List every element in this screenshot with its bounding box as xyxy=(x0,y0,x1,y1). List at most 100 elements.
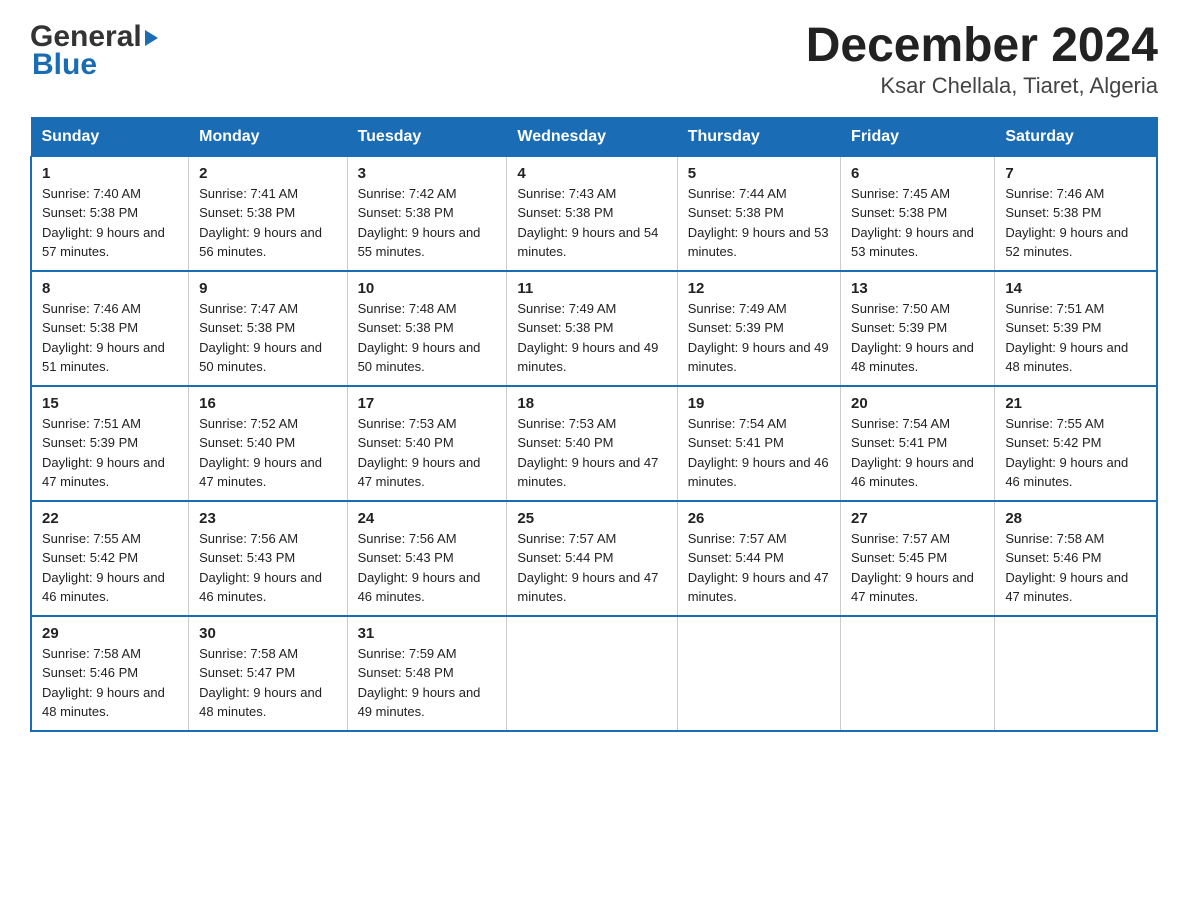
calendar-cell: 16 Sunrise: 7:52 AMSunset: 5:40 PMDaylig… xyxy=(189,386,347,501)
column-header-tuesday: Tuesday xyxy=(347,117,507,156)
day-number: 10 xyxy=(358,280,497,297)
calendar-cell: 12 Sunrise: 7:49 AMSunset: 5:39 PMDaylig… xyxy=(677,271,840,386)
day-number: 23 xyxy=(199,510,336,527)
page-title: December 2024 xyxy=(806,20,1158,73)
day-info: Sunrise: 7:41 AMSunset: 5:38 PMDaylight:… xyxy=(199,184,336,262)
calendar-cell: 29 Sunrise: 7:58 AMSunset: 5:46 PMDaylig… xyxy=(31,616,189,731)
calendar-cell xyxy=(507,616,677,731)
day-info: Sunrise: 7:55 AMSunset: 5:42 PMDaylight:… xyxy=(42,529,178,607)
day-info: Sunrise: 7:56 AMSunset: 5:43 PMDaylight:… xyxy=(199,529,336,607)
day-number: 20 xyxy=(851,395,984,412)
column-header-thursday: Thursday xyxy=(677,117,840,156)
day-info: Sunrise: 7:48 AMSunset: 5:38 PMDaylight:… xyxy=(358,299,497,377)
day-number: 12 xyxy=(688,280,830,297)
calendar-cell: 1 Sunrise: 7:40 AMSunset: 5:38 PMDayligh… xyxy=(31,156,189,271)
day-info: Sunrise: 7:57 AMSunset: 5:45 PMDaylight:… xyxy=(851,529,984,607)
calendar-cell xyxy=(677,616,840,731)
calendar-cell xyxy=(995,616,1157,731)
day-info: Sunrise: 7:54 AMSunset: 5:41 PMDaylight:… xyxy=(688,414,830,492)
logo: General Blue xyxy=(30,20,158,82)
day-info: Sunrise: 7:58 AMSunset: 5:46 PMDaylight:… xyxy=(1005,529,1146,607)
logo-blue-text: Blue xyxy=(30,48,158,82)
calendar-cell: 28 Sunrise: 7:58 AMSunset: 5:46 PMDaylig… xyxy=(995,501,1157,616)
day-info: Sunrise: 7:44 AMSunset: 5:38 PMDaylight:… xyxy=(688,184,830,262)
day-info: Sunrise: 7:57 AMSunset: 5:44 PMDaylight:… xyxy=(688,529,830,607)
day-info: Sunrise: 7:50 AMSunset: 5:39 PMDaylight:… xyxy=(851,299,984,377)
calendar-cell: 9 Sunrise: 7:47 AMSunset: 5:38 PMDayligh… xyxy=(189,271,347,386)
calendar-week-2: 8 Sunrise: 7:46 AMSunset: 5:38 PMDayligh… xyxy=(31,271,1157,386)
column-header-monday: Monday xyxy=(189,117,347,156)
day-number: 2 xyxy=(199,165,336,182)
column-header-saturday: Saturday xyxy=(995,117,1157,156)
day-info: Sunrise: 7:54 AMSunset: 5:41 PMDaylight:… xyxy=(851,414,984,492)
day-number: 29 xyxy=(42,625,178,642)
calendar-cell: 19 Sunrise: 7:54 AMSunset: 5:41 PMDaylig… xyxy=(677,386,840,501)
day-info: Sunrise: 7:46 AMSunset: 5:38 PMDaylight:… xyxy=(42,299,178,377)
calendar-header-row: SundayMondayTuesdayWednesdayThursdayFrid… xyxy=(31,117,1157,156)
day-info: Sunrise: 7:42 AMSunset: 5:38 PMDaylight:… xyxy=(358,184,497,262)
day-info: Sunrise: 7:43 AMSunset: 5:38 PMDaylight:… xyxy=(517,184,666,262)
calendar-cell: 23 Sunrise: 7:56 AMSunset: 5:43 PMDaylig… xyxy=(189,501,347,616)
day-info: Sunrise: 7:49 AMSunset: 5:39 PMDaylight:… xyxy=(688,299,830,377)
calendar-cell: 3 Sunrise: 7:42 AMSunset: 5:38 PMDayligh… xyxy=(347,156,507,271)
calendar-cell: 10 Sunrise: 7:48 AMSunset: 5:38 PMDaylig… xyxy=(347,271,507,386)
calendar-cell: 20 Sunrise: 7:54 AMSunset: 5:41 PMDaylig… xyxy=(841,386,995,501)
day-number: 19 xyxy=(688,395,830,412)
calendar-week-3: 15 Sunrise: 7:51 AMSunset: 5:39 PMDaylig… xyxy=(31,386,1157,501)
calendar-cell: 30 Sunrise: 7:58 AMSunset: 5:47 PMDaylig… xyxy=(189,616,347,731)
day-number: 25 xyxy=(517,510,666,527)
day-info: Sunrise: 7:49 AMSunset: 5:38 PMDaylight:… xyxy=(517,299,666,377)
day-number: 8 xyxy=(42,280,178,297)
day-number: 30 xyxy=(199,625,336,642)
calendar-cell: 14 Sunrise: 7:51 AMSunset: 5:39 PMDaylig… xyxy=(995,271,1157,386)
day-number: 5 xyxy=(688,165,830,182)
column-header-wednesday: Wednesday xyxy=(507,117,677,156)
day-info: Sunrise: 7:46 AMSunset: 5:38 PMDaylight:… xyxy=(1005,184,1146,262)
calendar-cell: 6 Sunrise: 7:45 AMSunset: 5:38 PMDayligh… xyxy=(841,156,995,271)
calendar-week-4: 22 Sunrise: 7:55 AMSunset: 5:42 PMDaylig… xyxy=(31,501,1157,616)
day-number: 4 xyxy=(517,165,666,182)
calendar-week-1: 1 Sunrise: 7:40 AMSunset: 5:38 PMDayligh… xyxy=(31,156,1157,271)
column-header-sunday: Sunday xyxy=(31,117,189,156)
day-number: 14 xyxy=(1005,280,1146,297)
day-number: 13 xyxy=(851,280,984,297)
calendar-cell: 8 Sunrise: 7:46 AMSunset: 5:38 PMDayligh… xyxy=(31,271,189,386)
calendar-cell: 13 Sunrise: 7:50 AMSunset: 5:39 PMDaylig… xyxy=(841,271,995,386)
day-info: Sunrise: 7:56 AMSunset: 5:43 PMDaylight:… xyxy=(358,529,497,607)
day-info: Sunrise: 7:55 AMSunset: 5:42 PMDaylight:… xyxy=(1005,414,1146,492)
calendar-cell: 5 Sunrise: 7:44 AMSunset: 5:38 PMDayligh… xyxy=(677,156,840,271)
day-number: 26 xyxy=(688,510,830,527)
day-info: Sunrise: 7:45 AMSunset: 5:38 PMDaylight:… xyxy=(851,184,984,262)
day-info: Sunrise: 7:58 AMSunset: 5:46 PMDaylight:… xyxy=(42,644,178,722)
calendar-cell: 11 Sunrise: 7:49 AMSunset: 5:38 PMDaylig… xyxy=(507,271,677,386)
day-number: 31 xyxy=(358,625,497,642)
calendar-cell: 15 Sunrise: 7:51 AMSunset: 5:39 PMDaylig… xyxy=(31,386,189,501)
calendar-cell: 25 Sunrise: 7:57 AMSunset: 5:44 PMDaylig… xyxy=(507,501,677,616)
page-subtitle: Ksar Chellala, Tiaret, Algeria xyxy=(806,73,1158,99)
calendar-cell: 22 Sunrise: 7:55 AMSunset: 5:42 PMDaylig… xyxy=(31,501,189,616)
day-info: Sunrise: 7:51 AMSunset: 5:39 PMDaylight:… xyxy=(1005,299,1146,377)
day-number: 28 xyxy=(1005,510,1146,527)
day-info: Sunrise: 7:52 AMSunset: 5:40 PMDaylight:… xyxy=(199,414,336,492)
calendar-cell: 31 Sunrise: 7:59 AMSunset: 5:48 PMDaylig… xyxy=(347,616,507,731)
day-number: 11 xyxy=(517,280,666,297)
day-info: Sunrise: 7:53 AMSunset: 5:40 PMDaylight:… xyxy=(358,414,497,492)
day-number: 22 xyxy=(42,510,178,527)
day-number: 16 xyxy=(199,395,336,412)
day-number: 18 xyxy=(517,395,666,412)
day-number: 3 xyxy=(358,165,497,182)
day-number: 21 xyxy=(1005,395,1146,412)
day-info: Sunrise: 7:51 AMSunset: 5:39 PMDaylight:… xyxy=(42,414,178,492)
calendar-cell: 18 Sunrise: 7:53 AMSunset: 5:40 PMDaylig… xyxy=(507,386,677,501)
calendar-cell: 2 Sunrise: 7:41 AMSunset: 5:38 PMDayligh… xyxy=(189,156,347,271)
day-number: 17 xyxy=(358,395,497,412)
calendar-cell: 7 Sunrise: 7:46 AMSunset: 5:38 PMDayligh… xyxy=(995,156,1157,271)
calendar-cell xyxy=(841,616,995,731)
logo-triangle-icon xyxy=(145,30,158,46)
day-number: 27 xyxy=(851,510,984,527)
day-number: 1 xyxy=(42,165,178,182)
calendar-cell: 27 Sunrise: 7:57 AMSunset: 5:45 PMDaylig… xyxy=(841,501,995,616)
calendar-cell: 17 Sunrise: 7:53 AMSunset: 5:40 PMDaylig… xyxy=(347,386,507,501)
day-info: Sunrise: 7:57 AMSunset: 5:44 PMDaylight:… xyxy=(517,529,666,607)
calendar-week-5: 29 Sunrise: 7:58 AMSunset: 5:46 PMDaylig… xyxy=(31,616,1157,731)
